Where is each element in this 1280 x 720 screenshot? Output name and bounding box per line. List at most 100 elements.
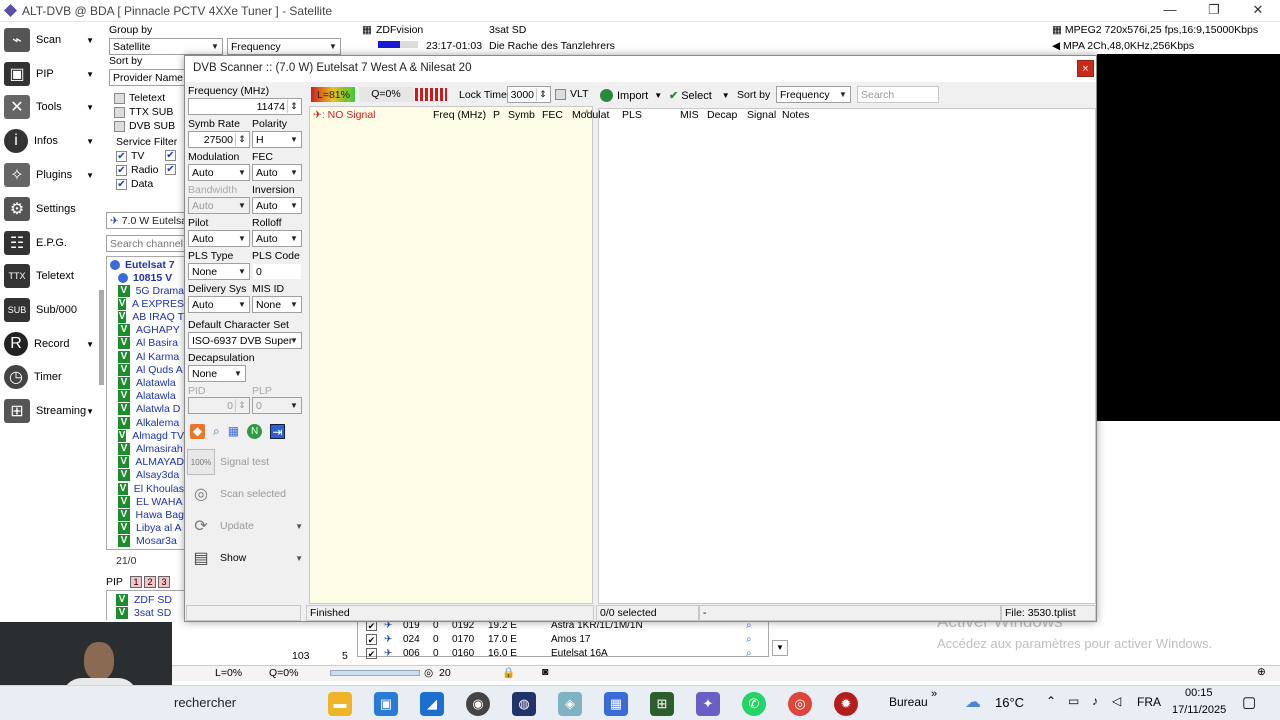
- app-icon[interactable]: ◉: [466, 692, 490, 716]
- pilot-select[interactable]: Auto ▼: [188, 230, 250, 247]
- whatsapp-icon[interactable]: ✆: [742, 692, 766, 716]
- channel-list-item[interactable]: V Alatawla: [118, 390, 184, 403]
- channel-list-item[interactable]: V Mosar3a: [118, 535, 184, 548]
- channel-list-item[interactable]: VA EXPRES: [118, 297, 184, 310]
- inversion-select[interactable]: Auto ▼: [252, 197, 302, 214]
- table-column-header[interactable]: Signal: [747, 109, 776, 121]
- table-column-header[interactable]: Symb: [508, 109, 535, 121]
- app-icon[interactable]: ⊞: [650, 692, 674, 716]
- pip-button-3[interactable]: 3: [158, 576, 170, 588]
- tree-transponder[interactable]: 10815 V: [118, 271, 172, 284]
- app-icon[interactable]: ◈: [558, 692, 582, 716]
- nav-scan[interactable]: ⌁ Scan ▼: [4, 25, 102, 55]
- modulation-select[interactable]: Auto ▼: [188, 164, 250, 181]
- symb-rate-input[interactable]: 27500 ⇕: [188, 131, 250, 148]
- import-button[interactable]: Import ▼: [600, 87, 662, 104]
- channel-list-item[interactable]: V Alatwla D: [118, 403, 184, 416]
- network-icon[interactable]: N: [247, 424, 263, 439]
- network-icon[interactable]: ▭: [1068, 694, 1079, 708]
- pip-button-1[interactable]: 1: [130, 576, 142, 588]
- table-column-header[interactable]: Modulat: [572, 109, 609, 121]
- channel-list-item[interactable]: V AGHAPY: [118, 324, 184, 337]
- clock-time[interactable]: 00:15: [1185, 687, 1213, 699]
- channel-list-item[interactable]: V 5G Drama: [118, 284, 184, 297]
- nav-pip[interactable]: ▣ PIP ▼: [4, 59, 102, 89]
- nav-plugins[interactable]: ✧ Plugins ▼: [4, 160, 102, 190]
- spin-arrows-icon[interactable]: ⇕: [235, 133, 248, 146]
- nav-infos[interactable]: i Infos ▼: [4, 126, 102, 156]
- volume-slider[interactable]: [330, 670, 420, 676]
- chrome-icon[interactable]: ◎: [788, 692, 812, 716]
- mis-id-select[interactable]: None ▼: [252, 296, 302, 313]
- group-by-second-select[interactable]: Frequency ▼: [227, 38, 341, 55]
- charset-select[interactable]: ISO-6937 DVB Super ▼: [188, 332, 302, 349]
- dvb-sub-filter-checkbox[interactable]: DVB SUB: [114, 120, 175, 132]
- service-filter-checkbox-extra[interactable]: ✔: [165, 164, 180, 175]
- channel-search-input[interactable]: Search channel: [106, 235, 186, 252]
- pls-code-input[interactable]: 0: [252, 263, 302, 280]
- table-column-header[interactable]: PLS: [622, 109, 642, 121]
- decapsulation-select[interactable]: None ▼: [188, 365, 246, 382]
- table-column-header[interactable]: Decap: [707, 109, 737, 121]
- search-icon[interactable]: ⌕: [746, 648, 752, 659]
- satellite-select[interactable]: ✈ 7.0 W Eutelsa: [106, 212, 186, 229]
- nav-subtitle[interactable]: SUB Sub/000: [4, 295, 102, 325]
- zoom-icon[interactable]: ⊕: [1257, 666, 1266, 678]
- sort-by-select[interactable]: Provider Name: [109, 69, 185, 86]
- radio-filter-checkbox[interactable]: ✔ Radio: [116, 164, 158, 176]
- app-icon[interactable]: ◍: [512, 692, 536, 716]
- nav-record[interactable]: R Record ▼: [4, 329, 102, 359]
- minimize-button[interactable]: —: [1160, 2, 1180, 17]
- snapshot-icon[interactable]: ◙: [542, 666, 548, 678]
- channel-list-item[interactable]: V Al Quds A: [118, 363, 184, 376]
- select-button[interactable]: ✔ Select ▼: [669, 87, 730, 104]
- data-filter-checkbox[interactable]: ✔ Data: [116, 178, 153, 190]
- channel-list-item[interactable]: V El Khoulas: [118, 482, 184, 495]
- notification-icon[interactable]: ▢: [1242, 693, 1256, 711]
- nav-streaming[interactable]: ⊞ Streaming ▼: [4, 396, 102, 426]
- tv-filter-checkbox[interactable]: ✔ TV: [116, 150, 144, 162]
- lock-icon[interactable]: 🔒: [502, 666, 515, 679]
- table-column-header[interactable]: Notes: [782, 109, 809, 121]
- channel-list-item[interactable]: V Libya al A: [118, 522, 184, 535]
- fec-select[interactable]: Auto ▼: [252, 164, 302, 181]
- channel-list-item[interactable]: V Hawa Bag: [118, 508, 184, 521]
- nav-teletext[interactable]: TTX Teletext: [4, 261, 102, 291]
- vlt-checkbox[interactable]: VLT: [555, 88, 588, 100]
- dialog-close-button[interactable]: ×: [1077, 60, 1094, 77]
- update-button[interactable]: ⟳ Update ▼: [187, 511, 305, 541]
- pip-button-2[interactable]: 2: [144, 576, 156, 588]
- chevrons-icon[interactable]: »: [931, 688, 937, 700]
- store-icon[interactable]: ▣: [374, 692, 398, 716]
- channel-list-item[interactable]: V Alatawla: [118, 376, 184, 389]
- microphone-icon[interactable]: ♪: [1092, 694, 1098, 708]
- close-window-button[interactable]: ✕: [1248, 2, 1268, 18]
- table-column-header[interactable]: FEC: [542, 109, 563, 121]
- group-by-select[interactable]: Satellite ▼: [109, 38, 223, 55]
- file-explorer-icon[interactable]: ▬: [328, 692, 352, 716]
- nav-timer[interactable]: ◷ Timer: [4, 362, 102, 392]
- delivery-sys-select[interactable]: Auto ▼: [188, 296, 250, 313]
- signal-test-button[interactable]: 100% Signal test: [187, 447, 305, 477]
- search-icon[interactable]: ⌕: [746, 634, 752, 645]
- video-preview[interactable]: [1097, 54, 1280, 421]
- table-column-header[interactable]: P: [493, 109, 500, 121]
- ttx-sub-filter-checkbox[interactable]: TTX SUB: [114, 106, 173, 118]
- pip-channel-item[interactable]: V 3sat SD: [116, 606, 171, 619]
- transponder-search-input[interactable]: Search: [857, 86, 939, 103]
- table-column-header[interactable]: MIS: [680, 109, 699, 121]
- channel-list-item[interactable]: V Al Karma: [118, 350, 184, 363]
- table-column-header[interactable]: Freq (MHz): [433, 109, 486, 121]
- nav-tools[interactable]: ✕ Tools ▼: [4, 92, 102, 122]
- channel-list-item[interactable]: V Alkalema: [118, 416, 184, 429]
- chevron-up-icon[interactable]: ⌃: [1046, 694, 1056, 708]
- altdvb-taskbar-icon[interactable]: ✦: [696, 692, 720, 716]
- scan-selected-button[interactable]: ◎ Scan selected: [187, 479, 305, 509]
- polarity-select[interactable]: H ▼: [252, 131, 302, 148]
- channel-list-item[interactable]: V Almagd TV: [118, 429, 184, 442]
- export-icon[interactable]: ⇥: [270, 424, 286, 439]
- channel-list-item[interactable]: V ALMAYAD: [118, 456, 184, 469]
- nav-epg[interactable]: ☷ E.P.G.: [4, 228, 102, 258]
- channel-list-scrollbar[interactable]: [99, 290, 104, 385]
- channel-list-item[interactable]: V AB IRAQ T: [118, 310, 184, 323]
